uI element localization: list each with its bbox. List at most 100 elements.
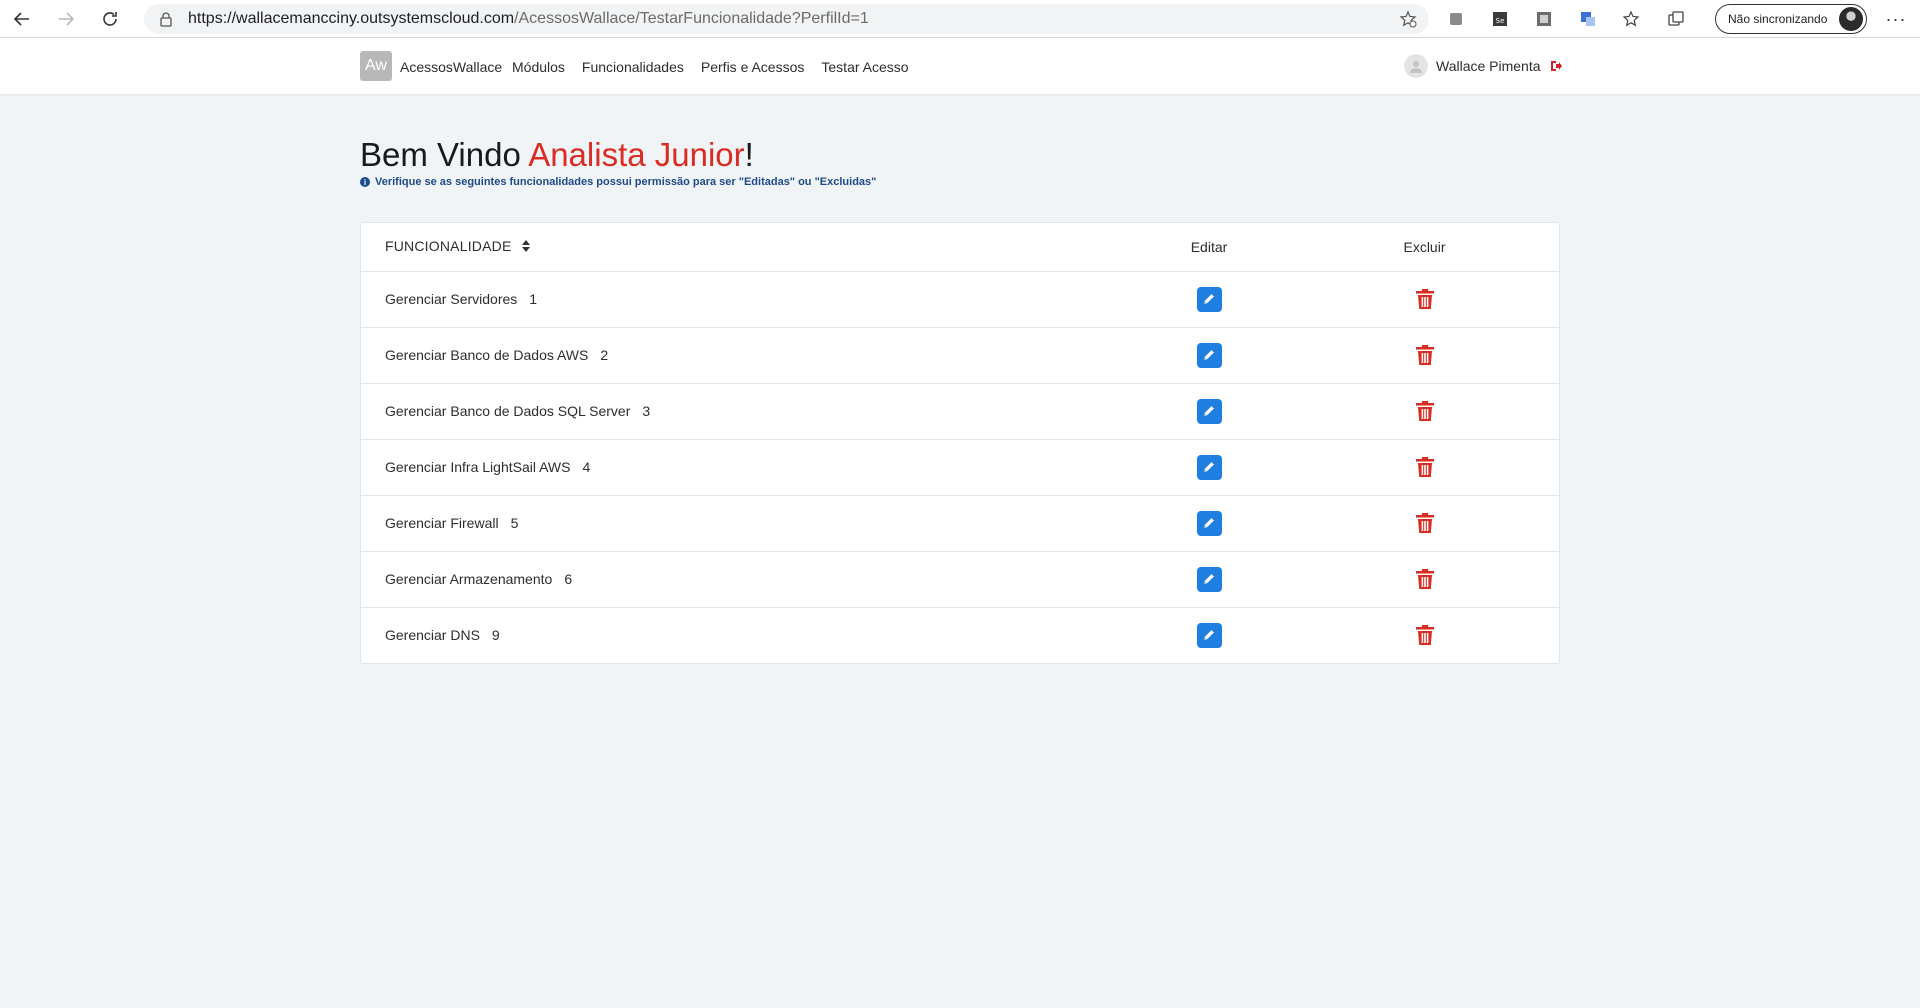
- funcionalidades-table: FUNCIONALIDADE Editar Excluir Gerenciar …: [360, 222, 1560, 664]
- edit-button[interactable]: [1196, 342, 1222, 368]
- delete-cell: [1309, 383, 1559, 440]
- app-name-link[interactable]: AcessosWallace: [400, 59, 502, 75]
- info-icon: i: [360, 177, 370, 187]
- funcionalidade-id: 4: [582, 459, 591, 475]
- funcionalidade-id: 9: [491, 627, 500, 644]
- arrow-right-icon: [59, 11, 75, 26]
- page-title: Bem Vindo Analista Junior!: [360, 136, 754, 174]
- lock-icon: [160, 12, 172, 27]
- funcionalidade-id: 6: [564, 571, 573, 587]
- extension-icon-2[interactable]: Se: [1484, 3, 1516, 35]
- funcionalidade-cell: Gerenciar DNS 9: [361, 607, 1109, 663]
- address-bar[interactable]: https://wallacemancciny.outsystemscloud.…: [144, 4, 1429, 34]
- edit-cell: [1109, 495, 1309, 552]
- main-menu: Módulos Funcionalidades Perfis e Acessos…: [512, 59, 909, 75]
- edit-button[interactable]: [1196, 622, 1222, 648]
- pencil-icon: [1204, 630, 1214, 641]
- edit-button[interactable]: [1196, 454, 1222, 480]
- delete-button[interactable]: [1413, 622, 1437, 648]
- funcionalidade-name: Gerenciar Banco de Dados SQL Server: [385, 403, 631, 419]
- extension-icon-3[interactable]: [1528, 3, 1560, 35]
- trash-icon: [1415, 456, 1434, 477]
- delete-cell: [1309, 607, 1559, 663]
- menu-item-perfis-e-acessos[interactable]: Perfis e Acessos: [701, 59, 805, 75]
- translate-icon[interactable]: [1572, 3, 1604, 35]
- info-message: i Verifique se as seguintes funcionalida…: [360, 176, 876, 188]
- trash-icon: [1415, 624, 1434, 645]
- app-header: Aw AcessosWallace Módulos Funcionalidade…: [0, 38, 1920, 94]
- edit-button[interactable]: [1196, 398, 1222, 424]
- delete-button[interactable]: [1413, 510, 1437, 536]
- sort-icon[interactable]: [521, 239, 530, 255]
- funcionalidade-name: Gerenciar Firewall: [385, 515, 499, 531]
- table-row: Gerenciar Firewall 5: [361, 495, 1559, 552]
- edit-cell: [1109, 551, 1309, 608]
- favorite-star-icon[interactable]: [1399, 10, 1417, 33]
- funcionalidade-name: Gerenciar Servidores: [385, 291, 518, 307]
- funcionalidade-cell: Gerenciar Infra LightSail AWS 4: [361, 439, 1109, 496]
- table-row: Gerenciar Banco de Dados SQL Server 3: [361, 383, 1559, 440]
- info-text: Verifique se as seguintes funcionalidade…: [375, 176, 877, 188]
- arrow-left-icon: [13, 11, 29, 26]
- table-row: Gerenciar Armazenamento 6: [361, 551, 1559, 608]
- funcionalidade-id: 1: [529, 291, 538, 307]
- funcionalidade-cell: Gerenciar Banco de Dados SQL Server 3: [361, 383, 1109, 440]
- forward-button[interactable]: [44, 0, 88, 38]
- funcionalidade-id: 3: [642, 403, 651, 419]
- favorites-icon[interactable]: [1616, 3, 1648, 35]
- trash-icon: [1415, 288, 1434, 309]
- funcionalidade-name: Gerenciar Banco de Dados AWS: [385, 347, 589, 363]
- collections-icon[interactable]: [1660, 3, 1692, 35]
- menu-item-modulos[interactable]: Módulos: [512, 59, 565, 75]
- delete-cell: [1309, 495, 1559, 552]
- edit-button[interactable]: [1196, 510, 1222, 536]
- delete-button[interactable]: [1413, 454, 1437, 480]
- profile-avatar: [1839, 7, 1863, 31]
- user-name[interactable]: Wallace Pimenta: [1436, 58, 1541, 74]
- reload-button[interactable]: [88, 0, 132, 38]
- funcionalidade-cell: Gerenciar Banco de Dados AWS 2: [361, 327, 1109, 384]
- delete-button[interactable]: [1413, 566, 1437, 592]
- pencil-icon: [1204, 574, 1214, 584]
- logout-icon[interactable]: [1550, 60, 1562, 72]
- edit-cell: [1109, 271, 1309, 328]
- trash-icon: [1415, 512, 1434, 533]
- menu-item-testar-acesso[interactable]: Testar Acesso: [821, 59, 908, 75]
- role-name: Analista Junior: [528, 136, 745, 173]
- funcionalidade-id: 2: [600, 347, 609, 363]
- edit-cell: [1109, 607, 1309, 663]
- profile-sync-button[interactable]: Não sincronizando: [1715, 4, 1867, 34]
- funcionalidade-name: Gerenciar DNS: [385, 627, 480, 644]
- trash-icon: [1415, 400, 1434, 421]
- app-logo[interactable]: Aw: [360, 51, 392, 81]
- table-header-row: FUNCIONALIDADE Editar Excluir: [361, 223, 1559, 272]
- table-row: Gerenciar Banco de Dados AWS 2: [361, 327, 1559, 384]
- edit-cell: [1109, 327, 1309, 384]
- delete-button[interactable]: [1413, 398, 1437, 424]
- user-info: Wallace Pimenta: [1404, 54, 1562, 78]
- edit-cell: [1109, 439, 1309, 496]
- delete-button[interactable]: [1413, 342, 1437, 368]
- funcionalidade-name: Gerenciar Armazenamento: [385, 571, 553, 587]
- menu-item-funcionalidades[interactable]: Funcionalidades: [582, 59, 684, 75]
- trash-icon: [1415, 344, 1434, 365]
- pencil-icon: [1204, 518, 1214, 528]
- edit-button[interactable]: [1196, 286, 1222, 312]
- more-menu-button[interactable]: ···: [1876, 0, 1916, 38]
- funcionalidade-name: Gerenciar Infra LightSail AWS: [385, 459, 571, 475]
- delete-button[interactable]: [1413, 286, 1437, 312]
- funcionalidade-id: 5: [510, 515, 519, 531]
- delete-cell: [1309, 551, 1559, 608]
- extension-icon-1[interactable]: [1440, 3, 1472, 35]
- back-button[interactable]: [0, 0, 44, 38]
- column-header-excluir: Excluir: [1309, 223, 1559, 272]
- url-host: https://wallacemancciny.outsystemscloud.…: [188, 10, 515, 27]
- reload-icon: [103, 11, 117, 26]
- sync-label: Não sincronizando: [1728, 12, 1828, 26]
- column-header-funcionalidade[interactable]: FUNCIONALIDADE: [361, 223, 1109, 272]
- edit-button[interactable]: [1196, 566, 1222, 592]
- delete-cell: [1309, 439, 1559, 496]
- pencil-icon: [1204, 294, 1214, 304]
- welcome-prefix: Bem Vindo: [360, 136, 529, 173]
- column-header-label: FUNCIONALIDADE: [385, 238, 512, 255]
